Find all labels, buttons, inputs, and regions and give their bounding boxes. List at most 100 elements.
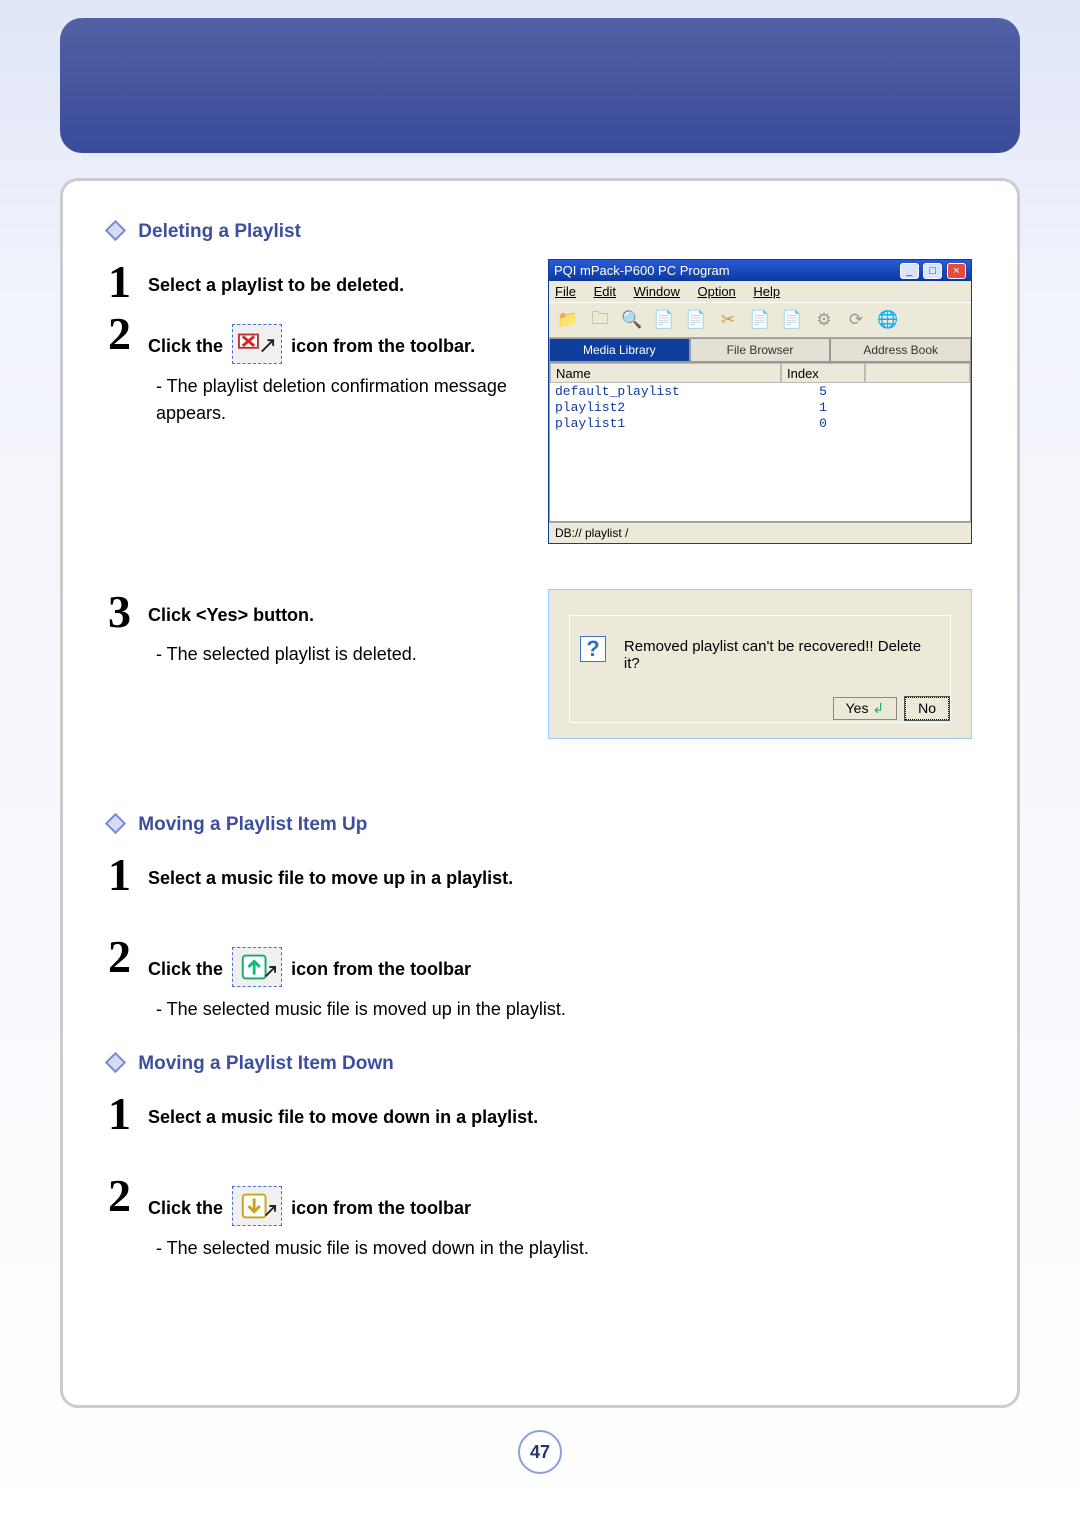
app-window: PQI mPack-P600 PC Program _ □ × File Edi… [548, 259, 972, 544]
step-number: 1 [108, 852, 148, 898]
col-index[interactable]: Index [781, 363, 865, 383]
step-text: Click the icon from the toolbar. [148, 311, 475, 367]
step-text: Select a music file to move up in a play… [148, 852, 513, 889]
cell-index: 1 [781, 399, 865, 415]
step-sub: - The selected playlist is deleted. [108, 641, 528, 668]
toolbar-icon-1[interactable]: 📁 [555, 307, 581, 333]
page-number-badge: 47 [518, 1430, 562, 1474]
toolbar-icon-11[interactable]: 🌐 [875, 307, 901, 333]
playlist-table: Name Index default_playlist 5 playlist2 … [549, 362, 971, 522]
delete-step3-row: 3 Click <Yes> button. [108, 589, 528, 635]
cell-name: default_playlist [550, 383, 781, 399]
status-bar: DB:// playlist / [549, 522, 971, 543]
movedown-step1-row: 1 Select a music file to move down in a … [108, 1091, 972, 1137]
toolbar-icon-8[interactable]: 📄 [779, 307, 805, 333]
step2-pre: Click the [148, 959, 223, 979]
section-title-move-up: Moving a Playlist Item Up [108, 814, 972, 836]
step-text: Click the icon from the toolbar [148, 1173, 471, 1229]
delete-left: 1 Select a playlist to be deleted. 2 Cli… [108, 259, 528, 427]
toolbar-icon-10[interactable]: ⟳ [843, 307, 869, 333]
moveup-step2-row: 2 Click the icon from the toolbar [108, 934, 972, 990]
cell-index: 5 [781, 383, 865, 399]
close-button[interactable]: × [947, 263, 966, 279]
step2-pre: Click the [148, 1198, 223, 1218]
move-down-icon [232, 1186, 282, 1226]
no-button[interactable]: No [905, 697, 949, 720]
question-icon: ? [580, 636, 606, 662]
minimize-button[interactable]: _ [900, 263, 919, 279]
confirm-dialog: ? Removed playlist can't be recovered!! … [548, 589, 972, 739]
enter-icon: ↲ [872, 700, 884, 716]
step2-post: icon from the toolbar. [291, 336, 475, 356]
window-buttons: _ □ × [899, 262, 966, 279]
table-row[interactable]: default_playlist 5 [550, 383, 970, 399]
maximize-button[interactable]: □ [923, 263, 942, 279]
col-name[interactable]: Name [550, 363, 781, 383]
step-number: 2 [108, 311, 148, 357]
cell-name: playlist1 [550, 415, 781, 431]
delete-step3-left: 3 Click <Yes> button. - The selected pla… [108, 589, 528, 668]
delete-two-col: 1 Select a playlist to be deleted. 2 Cli… [108, 259, 972, 544]
page: Deleting a Playlist 1 Select a playlist … [0, 0, 1080, 1529]
toolbar-icon-5[interactable]: 📄 [683, 307, 709, 333]
step-number: 1 [108, 1091, 148, 1137]
step-text: Select a music file to move down in a pl… [148, 1091, 538, 1128]
step-number: 2 [108, 1173, 148, 1219]
app-titlebar: PQI mPack-P600 PC Program _ □ × [549, 260, 971, 281]
toolbar-icon-2[interactable]: 🗀 [587, 307, 613, 333]
table-row[interactable]: playlist1 0 [550, 415, 970, 431]
delete-playlist-icon [232, 324, 282, 364]
content-frame: Deleting a Playlist 1 Select a playlist … [60, 178, 1020, 1408]
step2-pre: Click the [148, 336, 223, 356]
dialog-buttons: Yes ↲ No [833, 697, 949, 720]
dialog-message: Removed playlist can't be recovered!! De… [624, 636, 940, 672]
step-number: 3 [108, 589, 148, 635]
move-up-icon [232, 947, 282, 987]
tab-file-browser[interactable]: File Browser [690, 338, 831, 362]
diamond-icon [105, 1052, 126, 1073]
step-number: 1 [108, 259, 148, 305]
delete-step2-row: 2 Click the icon from the toolbar. [108, 311, 528, 367]
table-row[interactable]: playlist2 1 [550, 399, 970, 415]
diamond-icon [105, 220, 126, 241]
step-text: Click <Yes> button. [148, 589, 314, 626]
menu-window[interactable]: Window [634, 284, 680, 299]
section-title-move-down: Moving a Playlist Item Down [108, 1053, 972, 1075]
page-number: 47 [530, 1442, 550, 1463]
movedown-step2-row: 2 Click the icon from the toolbar [108, 1173, 972, 1229]
step-sub: - The selected music file is moved up in… [108, 996, 972, 1023]
yes-button[interactable]: Yes ↲ [833, 697, 897, 720]
tab-media-library[interactable]: Media Library [549, 338, 690, 362]
app-title: PQI mPack-P600 PC Program [554, 263, 730, 278]
menu-help[interactable]: Help [753, 284, 780, 299]
menu-option[interactable]: Option [697, 284, 735, 299]
toolbar-icon-3[interactable]: 🔍 [619, 307, 645, 333]
menu-edit[interactable]: Edit [594, 284, 616, 299]
toolbar-icon-7[interactable]: 📄 [747, 307, 773, 333]
section-title-text: Deleting a Playlist [138, 221, 301, 242]
section-title-text: Moving a Playlist Item Down [138, 1053, 394, 1074]
step-text: Select a playlist to be deleted. [148, 259, 404, 296]
app-menu: File Edit Window Option Help [549, 281, 971, 302]
step-sub: - The playlist deletion confirmation mes… [108, 373, 528, 427]
yes-label: Yes [846, 700, 869, 716]
diamond-icon [105, 813, 126, 834]
delete-step1-row: 1 Select a playlist to be deleted. [108, 259, 528, 305]
toolbar-icon-4[interactable]: 📄 [651, 307, 677, 333]
moveup-step1-row: 1 Select a music file to move up in a pl… [108, 852, 972, 898]
step2-post: icon from the toolbar [291, 1198, 471, 1218]
delete-right: PQI mPack-P600 PC Program _ □ × File Edi… [548, 259, 972, 544]
toolbar-icon-9[interactable]: ⚙ [811, 307, 837, 333]
delete-step3-wrap: 3 Click <Yes> button. - The selected pla… [108, 589, 972, 739]
tab-address-book[interactable]: Address Book [830, 338, 971, 362]
menu-file[interactable]: File [555, 284, 576, 299]
app-toolbar: 📁 🗀 🔍 📄 📄 ✂ 📄 📄 ⚙ ⟳ 🌐 [549, 302, 971, 338]
cell-index: 0 [781, 415, 865, 431]
section-title-text: Moving a Playlist Item Up [138, 814, 367, 835]
step-sub: - The selected music file is moved down … [108, 1235, 972, 1262]
header-band [60, 18, 1020, 153]
cell-name: playlist2 [550, 399, 781, 415]
app-tabs: Media Library File Browser Address Book [549, 338, 971, 362]
section-title-delete: Deleting a Playlist [108, 221, 972, 243]
toolbar-icon-6[interactable]: ✂ [715, 307, 741, 333]
